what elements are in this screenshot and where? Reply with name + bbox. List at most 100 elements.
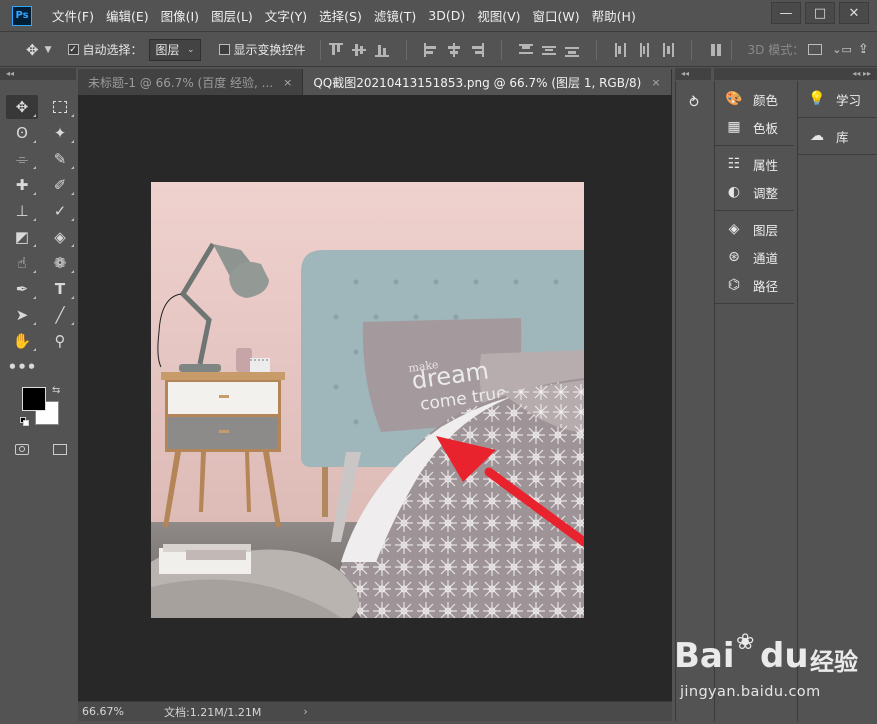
magic-wand-tool-icon[interactable]: ✦ <box>44 121 76 145</box>
document-image[interactable]: make dream come true <box>151 182 584 618</box>
menu-select[interactable]: 选择(S) <box>313 6 368 25</box>
close-tab-icon[interactable]: × <box>283 76 292 89</box>
adjustments-icon: ◐ <box>727 184 741 200</box>
panel-group-layers: ◈ 图层 ⊛ 通道 ⌬ 路径 <box>715 211 794 304</box>
auto-select-checkbox[interactable]: ✓ <box>67 44 79 55</box>
swatches-grid-icon: ▦ <box>727 119 741 135</box>
options-bar: ✥ ▼ ✓ 自动选择： 图层 ⌄ 显示变换控件 3D 模式： ⌄▭ ⇪ <box>0 33 877 67</box>
marquee-tool-icon[interactable] <box>44 95 76 119</box>
panel-collapse-strip[interactable]: ◂◂ <box>675 68 711 80</box>
brush-tool-icon[interactable]: ✐ <box>44 173 76 197</box>
menu-bar: Ps 文件(F) 编辑(E) 图像(I) 图层(L) 文字(Y) 选择(S) 滤… <box>0 0 877 32</box>
move-tool-preset-icon[interactable]: ✥ <box>26 41 39 59</box>
default-colors-icon[interactable] <box>20 417 29 426</box>
tab-qq-screenshot[interactable]: QQ截图20210413151853.png @ 66.7% (图层 1, RG… <box>303 69 672 95</box>
canvas-area[interactable]: make dream come true <box>78 95 672 701</box>
panel-dock-b: 🎨 颜色 ▦ 色板 ☷ 属性 ◐ 调整 ◈ 图层 ⊛ 通道 ⌬ 路径 <box>714 81 794 721</box>
lasso-tool-icon[interactable]: ʘ <box>6 121 38 145</box>
chevron-down-icon: ⌄ <box>186 44 195 55</box>
panel-properties[interactable]: ☷ 属性 <box>715 150 794 178</box>
close-tab-icon[interactable]: × <box>651 76 660 89</box>
pen-tool-icon[interactable]: ✒ <box>6 277 38 301</box>
toolbar-collapse-strip[interactable]: ◂◂ <box>0 68 76 80</box>
menu-help[interactable]: 帮助(H) <box>586 6 642 25</box>
zoom-tool-icon[interactable]: ⚲ <box>44 329 76 353</box>
menu-view[interactable]: 视图(V) <box>471 6 526 25</box>
align-bottom-icon[interactable] <box>374 43 389 57</box>
swap-colors-icon[interactable]: ⇆ <box>52 385 60 396</box>
minimize-button[interactable]: — <box>771 2 801 24</box>
chevron-down-icon[interactable]: ⌄▭ <box>832 43 852 56</box>
divider <box>730 39 732 60</box>
watermark-brand: Bai <box>674 636 735 676</box>
panel-learn[interactable]: 💡 学习 <box>798 85 877 113</box>
menu-filter[interactable]: 滤镜(T) <box>368 6 422 25</box>
panel-paths[interactable]: ⌬ 路径 <box>715 271 794 299</box>
align-right-icon[interactable] <box>470 42 484 57</box>
more-tools-icon[interactable]: ••• <box>6 355 38 379</box>
distribute-left-icon[interactable] <box>614 42 628 57</box>
align-left-icon[interactable] <box>423 42 438 57</box>
tab-untitled-1[interactable]: 未标题-1 @ 66.7% (百度 经验, ... × <box>78 69 304 95</box>
clone-stamp-tool-icon[interactable]: ⊥ <box>6 199 38 223</box>
3d-mode-label: 3D 模式： <box>747 43 805 57</box>
3d-rotate-icon[interactable] <box>808 44 823 55</box>
panel-adjustments[interactable]: ◐ 调整 <box>715 178 794 206</box>
align-top-icon[interactable] <box>328 42 343 57</box>
paint-bucket-tool-icon[interactable]: ◈ <box>44 225 76 249</box>
distribute-right-icon[interactable] <box>660 42 674 57</box>
menu-3d[interactable]: 3D(D) <box>422 8 471 23</box>
distribute-hcenter-icon[interactable] <box>637 42 651 57</box>
menu-window[interactable]: 窗口(W) <box>527 6 586 25</box>
line-tool-icon[interactable]: ╱ <box>44 303 76 327</box>
hand-tool-icon[interactable]: ✋ <box>6 329 38 353</box>
auto-select-target-dropdown[interactable]: 图层 ⌄ <box>148 38 201 61</box>
auto-align-icon[interactable] <box>709 43 723 57</box>
panel-color[interactable]: 🎨 颜色 <box>715 85 794 113</box>
panel-label: 颜色 <box>753 92 779 108</box>
panel-channels[interactable]: ⊛ 通道 <box>715 243 794 271</box>
chevron-down-icon[interactable]: ▼ <box>45 45 52 55</box>
show-transform-checkbox[interactable] <box>218 44 230 55</box>
crop-tool-icon[interactable]: ⌯ <box>6 147 38 171</box>
menu-type[interactable]: 文字(Y) <box>259 6 313 25</box>
menu-image[interactable]: 图像(I) <box>155 6 205 25</box>
zoom-level[interactable]: 66.67% <box>78 705 138 718</box>
lightbulb-icon: 💡 <box>808 91 826 107</box>
history-brush-tool-icon[interactable]: ✓ <box>44 199 76 223</box>
distribute-vcenter-icon[interactable] <box>541 43 556 57</box>
properties-icon: ☷ <box>727 156 741 172</box>
panel-expand-strip[interactable]: ◂◂ ▸▸ <box>714 68 877 80</box>
auto-select-target-value: 图层 <box>155 43 180 57</box>
close-window-button[interactable]: ✕ <box>839 2 869 24</box>
panel-libraries[interactable]: ☁ 库 <box>798 122 877 150</box>
history-panel-button[interactable]: ⥁ <box>676 89 711 117</box>
screen-mode-icon[interactable] <box>44 437 76 461</box>
smudge-tool-icon[interactable]: ☝ <box>6 251 38 275</box>
sponge-tool-icon[interactable]: ❁ <box>44 251 76 275</box>
status-menu-chevron-icon[interactable]: › <box>303 705 307 718</box>
type-tool-icon[interactable]: T <box>44 277 76 301</box>
maximize-button[interactable]: □ <box>805 2 835 24</box>
divider <box>690 39 692 60</box>
panel-label: 调整 <box>753 185 779 201</box>
align-vcenter-icon[interactable] <box>351 43 366 57</box>
move-tool-icon[interactable]: ✥ <box>6 95 38 119</box>
healing-brush-tool-icon[interactable]: ✚ <box>6 173 38 197</box>
share-icon[interactable]: ⇪ <box>858 42 869 57</box>
align-hcenter-icon[interactable] <box>447 42 461 57</box>
menu-file[interactable]: 文件(F) <box>46 6 100 25</box>
eraser-tool-icon[interactable]: ◩ <box>6 225 38 249</box>
show-transform-label: 显示变换控件 <box>233 43 306 57</box>
panel-layers[interactable]: ◈ 图层 <box>715 215 794 243</box>
panel-swatches[interactable]: ▦ 色板 <box>715 113 794 141</box>
foreground-color-swatch[interactable] <box>22 387 46 411</box>
tab-label: QQ截图20210413151853.png @ 66.7% (图层 1, RG… <box>313 75 642 90</box>
menu-edit[interactable]: 编辑(E) <box>100 6 155 25</box>
distribute-top-icon[interactable] <box>518 43 533 57</box>
quick-mask-icon[interactable] <box>6 437 38 461</box>
distribute-bottom-icon[interactable] <box>564 43 579 57</box>
path-selection-tool-icon[interactable]: ➤ <box>6 303 38 327</box>
menu-layer[interactable]: 图层(L) <box>205 6 259 25</box>
eyedropper-tool-icon[interactable]: ✎ <box>44 147 76 171</box>
